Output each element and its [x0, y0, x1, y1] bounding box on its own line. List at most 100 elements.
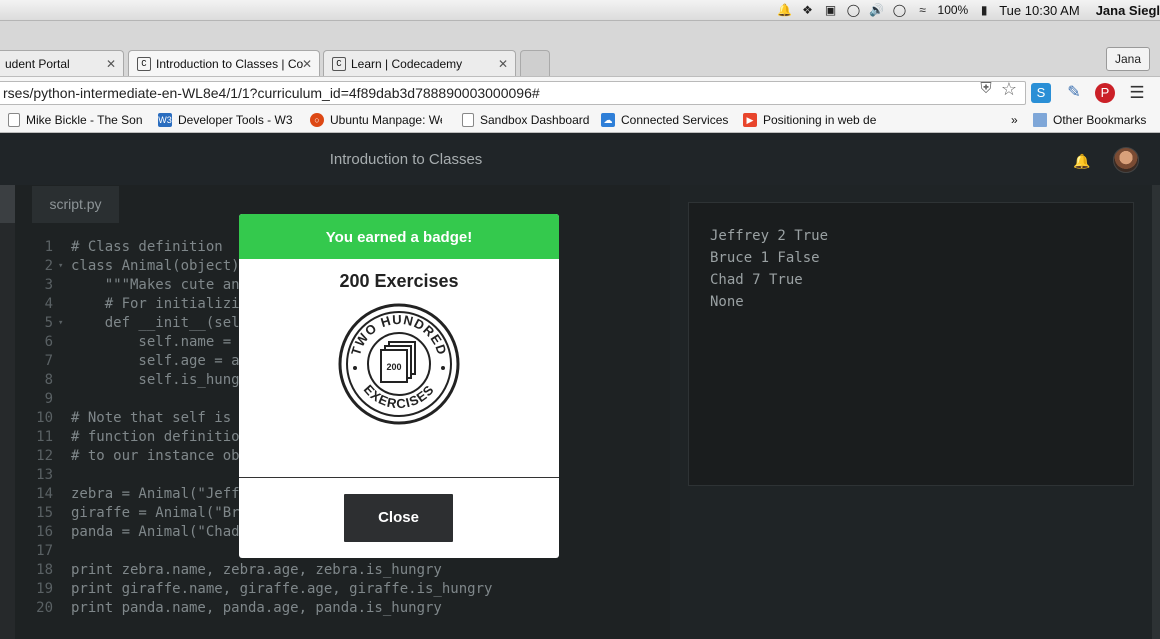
code-line[interactable]: 20 print panda.name, panda.age, panda.is_…: [15, 599, 670, 618]
star-icon[interactable]: ☆: [1000, 80, 1018, 98]
line-number: 5: [44, 315, 53, 331]
bookmark-positioning[interactable]: ▶ Positioning in web de: [743, 112, 879, 128]
battery-percent: 100%: [937, 3, 969, 17]
close-button[interactable]: Close: [344, 494, 453, 542]
bookmark-mike-bickle[interactable]: Mike Bickle - The Son: [8, 112, 142, 128]
code-line[interactable]: 19 print giraffe.name, giraffe.age, giraf…: [15, 580, 670, 599]
dropbox-icon[interactable]: ❖: [800, 3, 816, 17]
address-bar[interactable]: rses/python-intermediate-en-WL8e4/1/1?cu…: [0, 81, 1026, 105]
wifi-icon[interactable]: ≈: [915, 3, 931, 17]
tab-student-portal[interactable]: udent Portal ✕: [0, 50, 124, 76]
code-line[interactable]: 18 print zebra.name, zebra.age, zebra.is_…: [15, 561, 670, 580]
code-text: class Animal(object): [71, 258, 240, 274]
line-number: 9: [44, 391, 53, 407]
s-extension-icon[interactable]: S: [1031, 83, 1051, 103]
code-text: # to our instance ob: [71, 448, 240, 464]
code-text: self.name =: [71, 334, 240, 350]
code-text: print giraffe.name, giraffe.age, giraffe…: [71, 581, 493, 597]
avatar[interactable]: [1113, 147, 1139, 173]
console-line: Bruce 1 False: [710, 250, 820, 266]
codecademy-favicon-icon: C: [137, 56, 151, 71]
line-number: 15: [36, 505, 53, 521]
line-number: 11: [36, 429, 53, 445]
code-text: # Note that self is: [71, 410, 232, 426]
tab-label: Introduction to Classes | Co: [156, 56, 304, 71]
line-number: 12: [36, 448, 53, 464]
badge-number: 200: [386, 362, 401, 372]
new-tab-button[interactable]: [520, 50, 550, 76]
bookmark-developer-tools[interactable]: W3 Developer Tools - W3: [158, 112, 294, 128]
folder-icon: [1033, 113, 1047, 127]
code-text: def __init__(sel: [71, 315, 240, 331]
bookmarks-bar: Mike Bickle - The Son W3 Developer Tools…: [0, 108, 1160, 133]
console-line: Jeffrey 2 True: [710, 228, 829, 244]
profile-button[interactable]: Jana: [1105, 47, 1150, 71]
code-text: # Class definition: [71, 239, 223, 255]
cloud-icon: ☁: [601, 113, 615, 127]
code-text: # function definitio: [71, 429, 240, 445]
line-number: 14: [36, 486, 53, 502]
browser-toolbar: rses/python-intermediate-en-WL8e4/1/1?cu…: [0, 76, 1160, 109]
ubuntu-icon: ○: [310, 113, 324, 127]
code-text: self.is_hung: [71, 372, 240, 388]
w3-icon: W3: [158, 113, 172, 127]
line-number: 18: [36, 562, 53, 578]
battery-icon[interactable]: ▮: [976, 3, 992, 17]
code-text: panda = Animal("Chad: [71, 524, 240, 540]
line-number: 2: [44, 258, 53, 274]
shield-icon[interactable]: ⛨: [977, 80, 995, 98]
output-console: Jeffrey 2 True Bruce 1 False Chad 7 True…: [688, 202, 1134, 486]
fold-arrow-icon[interactable]: ▾: [58, 314, 63, 333]
fold-arrow-icon[interactable]: ▾: [58, 257, 63, 276]
pinterest-icon[interactable]: P: [1095, 83, 1115, 103]
line-number: 17: [36, 543, 53, 559]
modal-divider: [239, 477, 559, 478]
bookmark-sandbox-dashboard[interactable]: Sandbox Dashboard: [462, 112, 590, 128]
tab-introduction-to-classes[interactable]: C Introduction to Classes | Co ✕: [128, 50, 320, 76]
instructions-pane: [0, 185, 15, 639]
line-number: 4: [44, 296, 53, 312]
right-scroll-edge: [1152, 185, 1160, 639]
console-line: None: [710, 294, 744, 310]
line-number: 16: [36, 524, 53, 540]
line-number: 20: [36, 600, 53, 616]
close-tab-icon[interactable]: ✕: [106, 57, 116, 71]
bookmark-connected-services[interactable]: ☁ Connected Services: [601, 112, 729, 128]
menu-icon[interactable]: ☰: [1127, 83, 1147, 103]
eyedropper-icon[interactable]: ✎: [1064, 83, 1084, 103]
code-text: giraffe = Animal("Br: [71, 505, 240, 521]
user-menu[interactable]: Jana Siegl: [1096, 3, 1160, 18]
page-icon: [8, 113, 20, 127]
bookmarks-overflow-button[interactable]: »: [1011, 112, 1025, 128]
file-tab-script[interactable]: script.py: [32, 186, 119, 223]
close-tab-icon[interactable]: ✕: [302, 57, 312, 71]
other-bookmarks[interactable]: Other Bookmarks: [1033, 112, 1160, 128]
volume-icon[interactable]: 🔊: [869, 3, 885, 17]
code-text: # For initializi: [71, 296, 240, 312]
code-text: print panda.name, panda.age, panda.is_hu…: [71, 600, 442, 616]
url-text: rses/python-intermediate-en-WL8e4/1/1?cu…: [3, 85, 540, 101]
code-text: print zebra.name, zebra.age, zebra.is_hu…: [71, 562, 442, 578]
modal-header: You earned a badge!: [239, 214, 559, 259]
message-icon[interactable]: ◯: [892, 3, 908, 17]
tab-strip: udent Portal ✕ C Introduction to Classes…: [0, 21, 1160, 76]
badge-title: 200 Exercises: [339, 271, 459, 291]
screen-icon[interactable]: ▣: [823, 3, 839, 17]
tab-learn-codecademy[interactable]: C Learn | Codecademy ✕: [323, 50, 516, 76]
line-number: 3: [44, 277, 53, 293]
code-text: zebra = Animal("Jeff: [71, 486, 240, 502]
code-text: """Makes cute an: [71, 277, 240, 293]
badge-emblem-icon: TWO HUNDRED EXERCISES 200: [338, 303, 460, 425]
line-number: 8: [44, 372, 53, 388]
bookmark-ubuntu-manpage[interactable]: ○ Ubuntu Manpage: Wel: [310, 112, 442, 128]
page-icon: [462, 113, 474, 127]
page-title: Introduction to Classes: [329, 151, 483, 168]
notification-bell-icon[interactable]: 🔔: [1073, 153, 1090, 169]
close-tab-icon[interactable]: ✕: [498, 57, 508, 71]
tab-label: Learn | Codecademy: [351, 56, 463, 71]
bell-icon[interactable]: 🔔: [777, 3, 793, 17]
system-menu-bar: 🔔 ❖ ▣ ◯ 🔊 ◯ ≈ 100% ▮ Tue 10:30 AM Jana S…: [0, 0, 1160, 21]
clock[interactable]: Tue 10:30 AM: [999, 3, 1079, 18]
creative-cloud-icon[interactable]: ◯: [846, 3, 862, 17]
line-number: 10: [36, 410, 53, 426]
